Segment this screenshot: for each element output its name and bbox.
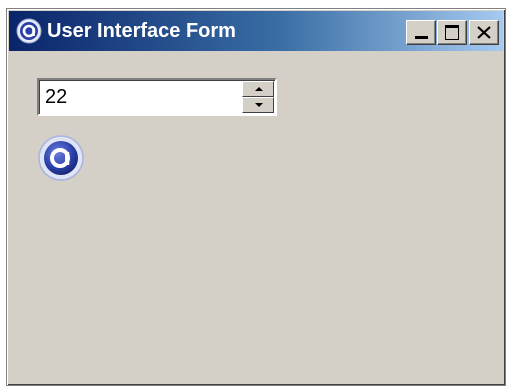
maximize-button[interactable]	[437, 20, 467, 45]
spinner-up-button[interactable]	[242, 81, 274, 97]
app-window: User Interface Form	[6, 8, 506, 386]
minimize-button[interactable]	[406, 20, 436, 45]
app-logo-icon	[38, 135, 84, 181]
spinner-input[interactable]	[42, 83, 240, 111]
title-bar[interactable]: User Interface Form	[9, 11, 503, 51]
window-title: User Interface Form	[47, 20, 236, 42]
spinner-down-button[interactable]	[242, 97, 274, 113]
number-spinner	[37, 78, 277, 116]
close-icon	[477, 26, 491, 39]
app-logo-icon	[16, 18, 42, 44]
close-button[interactable]	[469, 20, 499, 45]
